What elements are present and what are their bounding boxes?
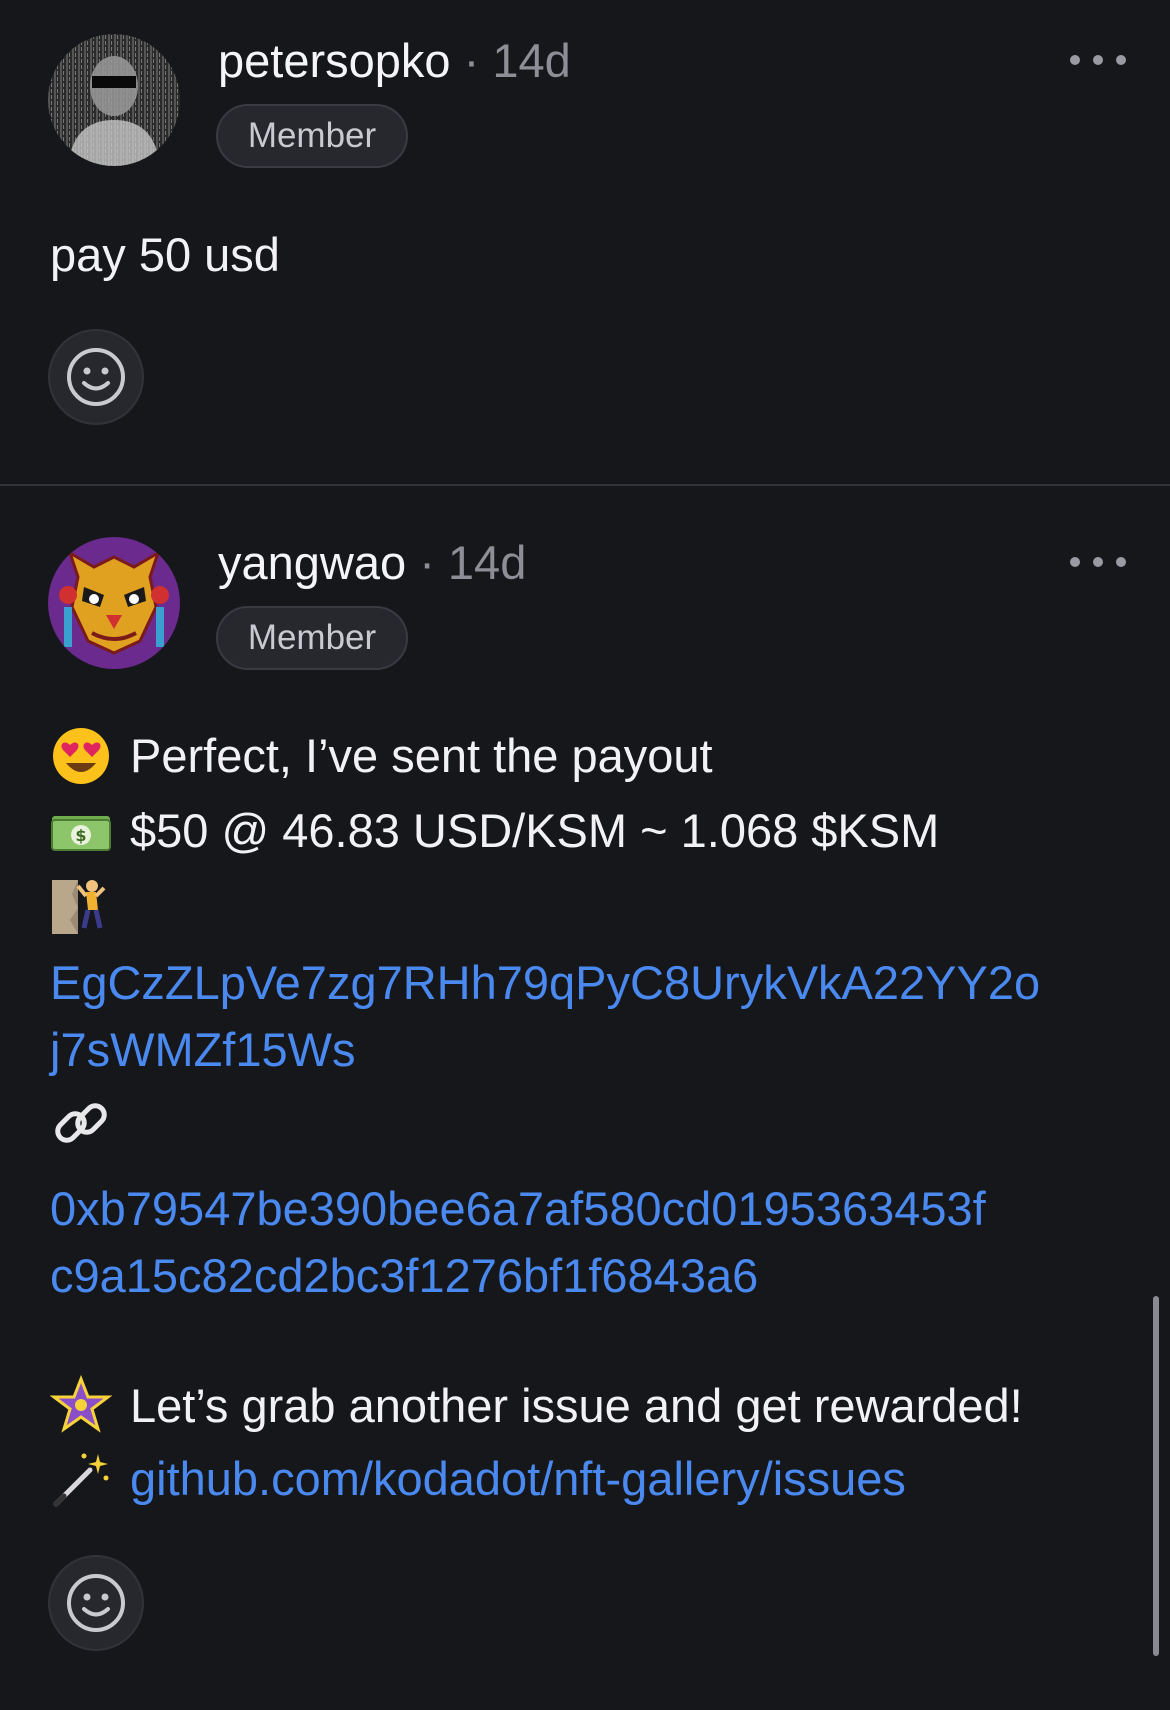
link-emoji	[55, 1103, 107, 1143]
message-line: Perfect, I’ve sent the payout	[50, 724, 713, 788]
wallet-address-link[interactable]: j7sWMZf15Ws	[50, 1018, 356, 1082]
transaction-hash-link[interactable]: 0xb79547be390bee6a7af580cd0195363453f	[50, 1177, 986, 1241]
add-reaction-button[interactable]	[48, 1555, 144, 1651]
timestamp: 14d	[492, 34, 571, 87]
smiley-icon	[67, 1574, 125, 1632]
message-text: Perfect, I’ve sent the payout	[130, 729, 713, 782]
timestamp: 14d	[447, 536, 527, 589]
scrollbar[interactable]	[1153, 1296, 1159, 1656]
comment-header: petersopko · 14d	[218, 33, 571, 89]
username[interactable]: petersopko	[218, 34, 451, 87]
magic-wand-emoji	[53, 1453, 109, 1507]
comment-header: yangwao · 14d	[218, 535, 526, 591]
more-options-icon[interactable]	[1070, 552, 1126, 572]
more-options-icon[interactable]	[1070, 50, 1126, 70]
money-emoji: $	[51, 816, 111, 851]
role-badge: Member	[216, 104, 408, 168]
comment-card: yangwao · 14d Member Perfect, I’ve sent …	[0, 486, 1170, 1710]
message-line: Let’s grab another issue and get rewarde…	[50, 1374, 1023, 1438]
wallet-address-link[interactable]: EgCzZLpVe7zg7RHh79qPyC8UrykVkA22YY2o	[50, 951, 1040, 1015]
smiley-icon	[67, 348, 125, 406]
payout-amount: $50 @ 46.83 USD/KSM ~ 1.068 $KSM	[130, 804, 940, 857]
climber-emoji	[52, 880, 106, 934]
svg-text:$: $	[75, 826, 86, 845]
username[interactable]: yangwao	[218, 536, 406, 589]
message-text: Let’s grab another issue and get rewarde…	[130, 1379, 1023, 1432]
transaction-hash-link[interactable]: c9a15c82cd2bc3f1276bf1f6843a6	[50, 1244, 758, 1308]
message-line	[50, 874, 130, 936]
message-line: $ $50 @ 46.83 USD/KSM ~ 1.068 $KSM	[50, 799, 939, 863]
comment-body: pay 50 usd	[50, 228, 280, 281]
separator-dot: ·	[419, 536, 435, 589]
user-avatar[interactable]	[48, 537, 180, 669]
message-line: github.com/kodadot/nft-gallery/issues	[50, 1447, 906, 1511]
star-emoji	[50, 1375, 112, 1433]
separator-dot: ·	[463, 34, 480, 87]
role-badge: Member	[216, 606, 408, 670]
issues-link[interactable]: github.com/kodadot/nft-gallery/issues	[130, 1447, 906, 1511]
comment-card: petersopko · 14d Member pay 50 usd	[0, 0, 1170, 484]
user-avatar[interactable]	[48, 34, 180, 166]
message-line	[50, 1092, 130, 1154]
add-reaction-button[interactable]	[48, 329, 144, 425]
heart-eyes-emoji	[53, 728, 109, 784]
